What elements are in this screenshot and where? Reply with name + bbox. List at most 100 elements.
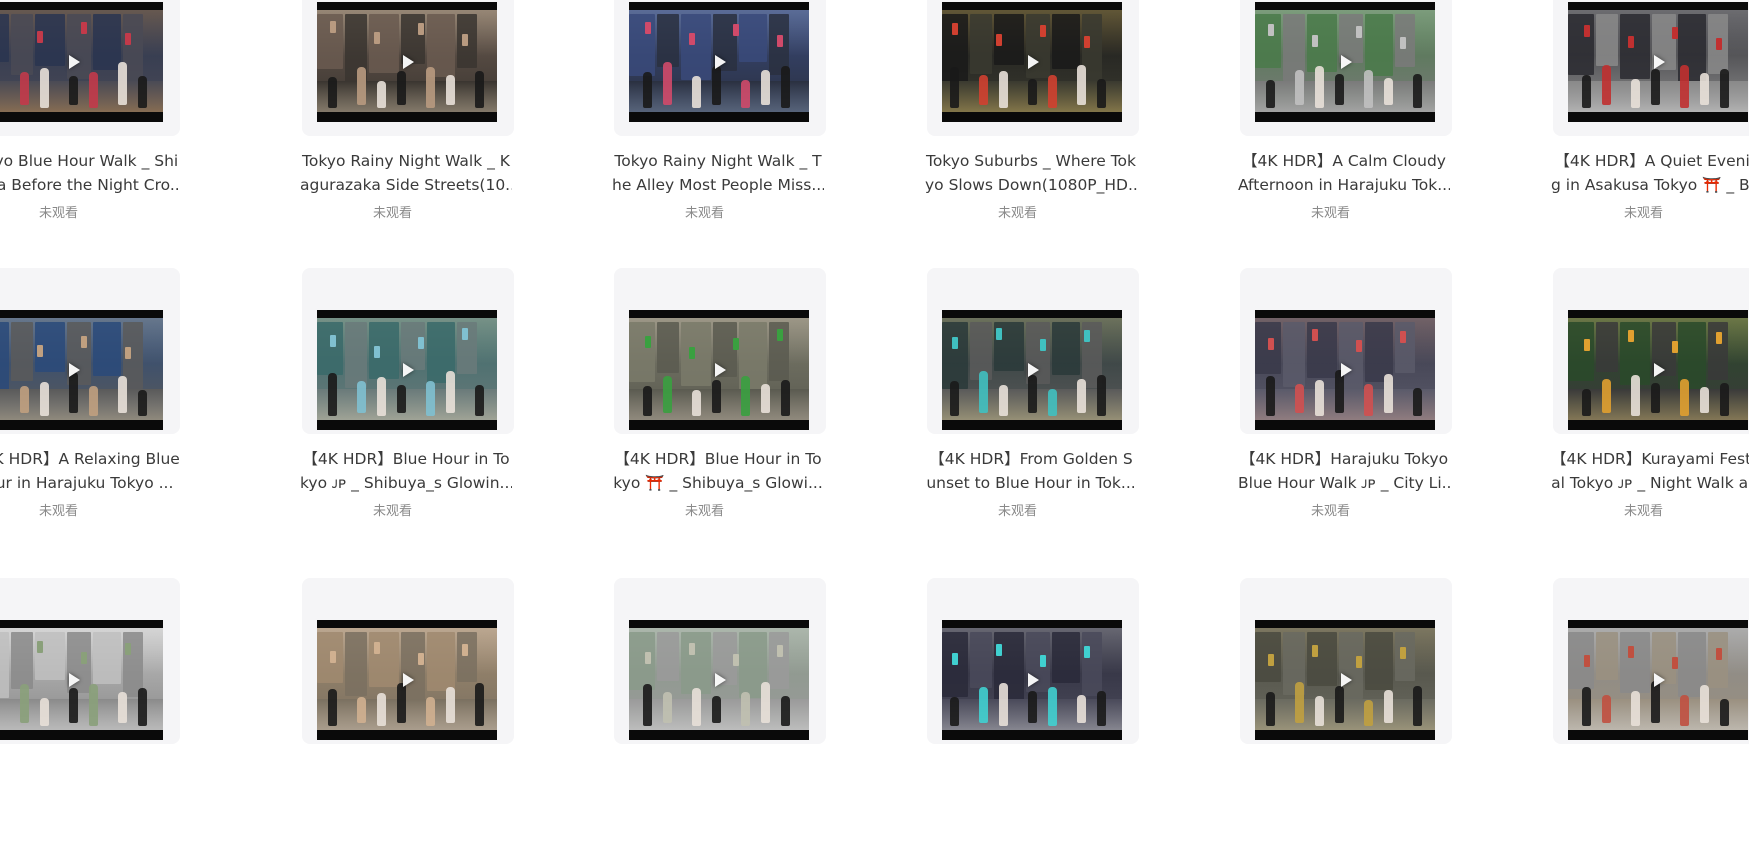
video-title[interactable]: Tokyo Rainy Night Walk _ K agurazaka Side… <box>300 150 512 197</box>
play-icon[interactable] <box>1654 673 1665 687</box>
video-title[interactable]: 【4K HDR】A Calm Cloudy Afternoon in Haraju… <box>1238 150 1450 197</box>
video-card[interactable] <box>927 268 1139 434</box>
video-title[interactable]: 【4K HDR】Blue Hour in To kyo ⛩️ _ Shibuya_… <box>612 448 824 495</box>
video-card[interactable] <box>302 578 514 744</box>
video-card[interactable] <box>1240 268 1452 434</box>
video-thumbnail[interactable] <box>1568 310 1748 430</box>
video-item[interactable] <box>614 578 826 848</box>
video-title[interactable]: Tokyo Blue Hour Walk _ Shi buya Before th… <box>0 150 180 197</box>
thumbnail-image <box>0 10 163 112</box>
video-card[interactable] <box>1553 578 1749 744</box>
video-card[interactable] <box>1553 268 1749 434</box>
play-icon[interactable] <box>403 673 414 687</box>
watch-status: 未观看 <box>38 504 78 519</box>
video-card[interactable] <box>927 0 1139 136</box>
video-card[interactable] <box>614 578 826 744</box>
video-item[interactable]: 【4K HDR】A Calm Cloudy Afternoon in Haraju… <box>1238 0 1452 240</box>
video-card[interactable] <box>1553 0 1749 136</box>
video-thumbnail[interactable] <box>629 310 809 430</box>
video-thumbnail[interactable] <box>942 310 1122 430</box>
play-icon[interactable] <box>1028 363 1039 377</box>
play-icon[interactable] <box>715 363 726 377</box>
video-thumbnail[interactable] <box>1255 2 1435 122</box>
video-thumbnail[interactable] <box>1255 620 1435 740</box>
video-item[interactable]: 【4K HDR】Blue Hour in To kyo ᴊᴘ _ Shibuya_… <box>300 268 514 538</box>
watch-status: 未观看 <box>997 504 1037 519</box>
video-thumbnail[interactable] <box>942 2 1122 122</box>
video-thumbnail[interactable] <box>1568 620 1748 740</box>
video-thumbnail[interactable] <box>1568 2 1748 122</box>
video-item[interactable]: Tokyo Blue Hour Walk _ Shi buya Before th… <box>0 0 180 240</box>
video-card[interactable] <box>0 0 180 136</box>
video-card[interactable] <box>1240 578 1452 744</box>
video-item[interactable]: Tokyo Suburbs _ Where Tok yo Slows Down(1… <box>925 0 1139 240</box>
video-title[interactable]: 【4K HDR】Kurayami Festiv al Tokyo ᴊᴘ _ Nig… <box>1551 448 1749 495</box>
watch-status: 未观看 <box>1623 504 1663 519</box>
video-title-line-2: Hour in Harajuku Tokyo ... <box>0 473 174 492</box>
video-card[interactable] <box>927 578 1139 744</box>
video-item[interactable]: 【4K HDR】A Relaxing Blue Hour in Harajuku … <box>0 268 180 538</box>
video-thumbnail[interactable] <box>0 2 163 122</box>
play-icon[interactable] <box>69 55 80 69</box>
video-item[interactable]: 【4K HDR】Blue Hour in To kyo ⛩️ _ Shibuya_… <box>612 268 826 538</box>
video-item[interactable] <box>927 578 1139 848</box>
video-thumbnail[interactable] <box>317 2 497 122</box>
video-title-line-1: 【4K HDR】Kurayami Festiv <box>1551 450 1749 468</box>
video-item[interactable] <box>1553 578 1749 848</box>
watch-status: 未观看 <box>1310 206 1350 221</box>
video-thumbnail[interactable] <box>1255 310 1435 430</box>
play-icon[interactable] <box>403 363 414 377</box>
video-card[interactable] <box>1240 0 1452 136</box>
video-title-line-1: 【4K HDR】A Relaxing Blue <box>0 450 180 468</box>
video-item[interactable]: 【4K HDR】Harajuku Tokyo Blue Hour Walk ᴊᴘ … <box>1238 268 1452 538</box>
play-icon[interactable] <box>1341 673 1352 687</box>
play-icon[interactable] <box>1028 673 1039 687</box>
video-title-line-1: Tokyo Blue Hour Walk _ Shi <box>0 152 179 170</box>
thumbnail-image <box>0 318 163 420</box>
video-thumbnail[interactable] <box>0 620 163 740</box>
video-title[interactable]: Tokyo Rainy Night Walk _ T he Alley Most … <box>612 150 824 197</box>
video-card[interactable] <box>0 578 180 744</box>
play-icon[interactable] <box>1341 55 1352 69</box>
play-icon[interactable] <box>1341 363 1352 377</box>
video-title[interactable]: 【4K HDR】From Golden S unset to Blue Hour … <box>925 448 1137 495</box>
video-title-line-1: 【4K HDR】Harajuku Tokyo <box>1239 450 1449 468</box>
video-thumbnail[interactable] <box>629 620 809 740</box>
video-thumbnail[interactable] <box>0 310 163 430</box>
video-title[interactable]: Tokyo Suburbs _ Where Tok yo Slows Down(1… <box>925 150 1137 197</box>
video-card[interactable] <box>614 268 826 434</box>
video-card[interactable] <box>0 268 180 434</box>
video-title-line-1: 【4K HDR】A Calm Cloudy <box>1242 152 1446 170</box>
video-thumbnail[interactable] <box>942 620 1122 740</box>
video-thumbnail[interactable] <box>317 620 497 740</box>
video-item[interactable]: 【4K HDR】From Golden S unset to Blue Hour … <box>925 268 1139 538</box>
video-title[interactable]: 【4K HDR】Blue Hour in To kyo ᴊᴘ _ Shibuya_… <box>300 448 512 495</box>
video-item[interactable]: Tokyo Rainy Night Walk _ T he Alley Most … <box>612 0 826 240</box>
video-item[interactable] <box>0 578 180 848</box>
watch-status: 未观看 <box>684 206 724 221</box>
video-title[interactable]: 【4K HDR】Harajuku Tokyo Blue Hour Walk ᴊᴘ … <box>1238 448 1450 495</box>
video-item[interactable]: 【4K HDR】Kurayami Festiv al Tokyo ᴊᴘ _ Nig… <box>1551 268 1749 538</box>
video-thumbnail[interactable] <box>317 310 497 430</box>
play-icon[interactable] <box>1654 55 1665 69</box>
video-title-line-2: unset to Blue Hour in Tok... <box>926 473 1136 492</box>
play-icon[interactable] <box>715 673 726 687</box>
video-item[interactable]: 【4K HDR】A Quiet Evenin g in Asakusa Tokyo… <box>1551 0 1749 240</box>
video-card[interactable] <box>302 0 514 136</box>
play-icon[interactable] <box>69 673 80 687</box>
play-icon[interactable] <box>403 55 414 69</box>
play-icon[interactable] <box>715 55 726 69</box>
video-title[interactable]: 【4K HDR】A Relaxing Blue Hour in Harajuku … <box>0 448 180 495</box>
video-thumbnail[interactable] <box>629 2 809 122</box>
video-title-line-2: g in Asakusa Tokyo ⛩️ _ B... <box>1551 175 1749 194</box>
video-card[interactable] <box>302 268 514 434</box>
play-icon[interactable] <box>1654 363 1665 377</box>
video-title[interactable]: 【4K HDR】A Quiet Evenin g in Asakusa Tokyo… <box>1551 150 1749 197</box>
video-item[interactable]: Tokyo Rainy Night Walk _ K agurazaka Side… <box>300 0 514 240</box>
video-item[interactable] <box>1240 578 1452 848</box>
video-title-line-1: Tokyo Rainy Night Walk _ T <box>614 152 822 170</box>
video-card[interactable] <box>614 0 826 136</box>
play-icon[interactable] <box>69 363 80 377</box>
video-item[interactable] <box>302 578 514 848</box>
play-icon[interactable] <box>1028 55 1039 69</box>
